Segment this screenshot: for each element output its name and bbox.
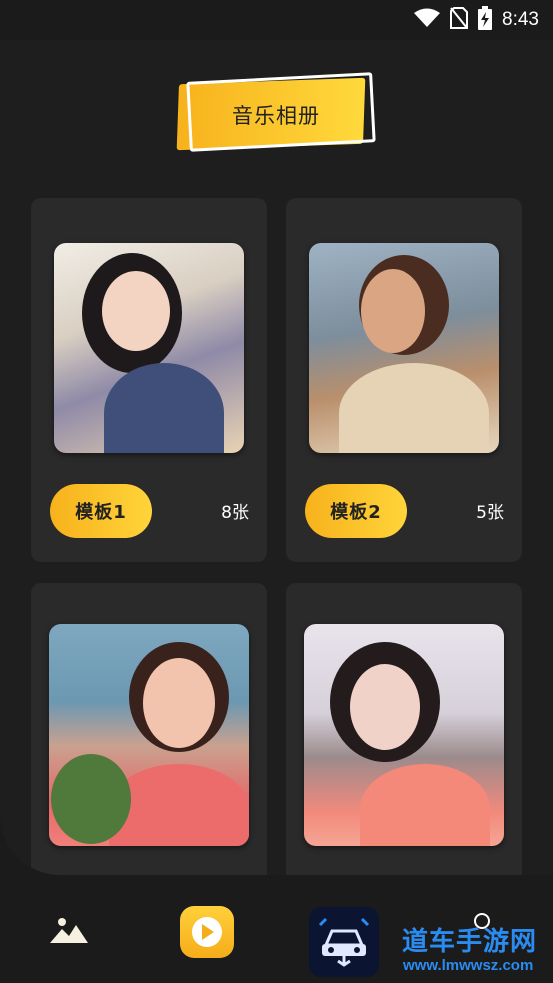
album-thumbnail-2[interactable] <box>309 243 499 453</box>
status-bar: 8:43 <box>0 0 553 40</box>
album-card-2[interactable]: 模板2 5张 <box>286 198 522 562</box>
photo-gallery-icon[interactable] <box>50 913 88 949</box>
photo-count-2: 5张 <box>476 503 504 523</box>
watermark-text: 道车手游网 <box>402 927 538 957</box>
play-button[interactable] <box>180 906 234 958</box>
album-card-3[interactable] <box>31 583 267 875</box>
status-time: 8:43 <box>502 9 539 30</box>
title-badge: 音乐相册 <box>176 72 376 155</box>
album-card-1[interactable]: 模板1 8张 <box>31 198 267 562</box>
album-card-4[interactable] <box>286 583 522 875</box>
page-title: 音乐相册 <box>232 104 320 128</box>
photo-count-1: 8张 <box>221 503 249 523</box>
no-sim-icon <box>450 7 469 33</box>
main-panel: 音乐相册 模板1 8张 模板2 5张 <box>0 40 553 875</box>
play-icon <box>192 917 222 947</box>
album-thumbnail-3[interactable] <box>49 624 249 846</box>
bottom-nav: 道车手游网 www.lmwwsz.com <box>0 875 553 983</box>
battery-charging-icon <box>478 6 493 34</box>
watermark-url: www.lmwwsz.com <box>403 957 534 974</box>
template-button-1[interactable]: 模板1 <box>50 484 152 538</box>
watermark-logo <box>309 907 379 977</box>
album-thumbnail-4[interactable] <box>304 624 504 846</box>
template-button-2[interactable]: 模板2 <box>305 484 407 538</box>
wifi-icon <box>414 8 441 32</box>
album-thumbnail-1[interactable] <box>54 243 244 453</box>
